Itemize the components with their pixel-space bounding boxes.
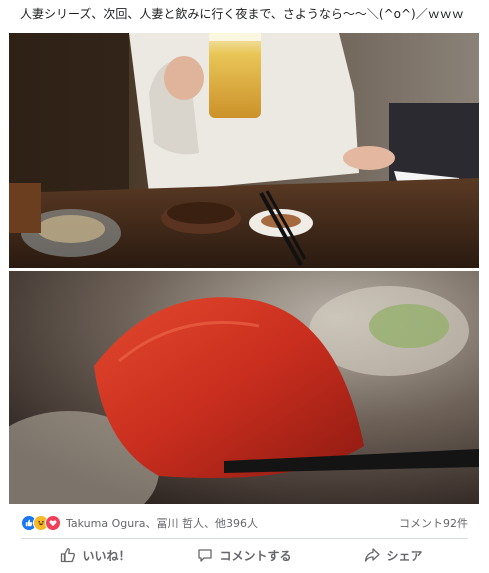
comment-icon [198,549,213,562]
like-button-label: いいね！ [82,548,131,563]
thumbs-up-icon [61,548,76,563]
post-photo-dinner[interactable] [9,33,479,268]
share-icon [365,548,381,562]
reaction-icons[interactable] [21,515,61,531]
comment-button-label: コメントする [219,548,292,563]
love-reaction-icon [45,515,61,531]
share-button[interactable]: シェア [319,547,468,564]
reaction-names[interactable]: Takuma Ogura、冨川 哲人、他396人 [66,515,258,531]
post-actions: いいね！ コメントする シェア [21,541,468,569]
share-button-label: シェア [386,548,423,563]
dinner-photo-illustration [9,33,479,268]
post-photo-sashimi[interactable] [9,271,479,504]
comment-count[interactable]: コメント92件 [399,515,468,531]
reactions-bar[interactable]: Takuma Ogura、冨川 哲人、他396人 コメント92件 [21,512,468,534]
comment-button[interactable]: コメントする [170,547,319,564]
sashimi-photo-illustration [9,271,479,504]
like-button[interactable]: いいね！ [21,547,170,564]
divider [21,538,468,539]
post-text: 人妻シリーズ、次回、人妻と飲みに行く夜まで、さようなら〜〜＼(^o^)／ｗｗｗ [20,7,464,21]
